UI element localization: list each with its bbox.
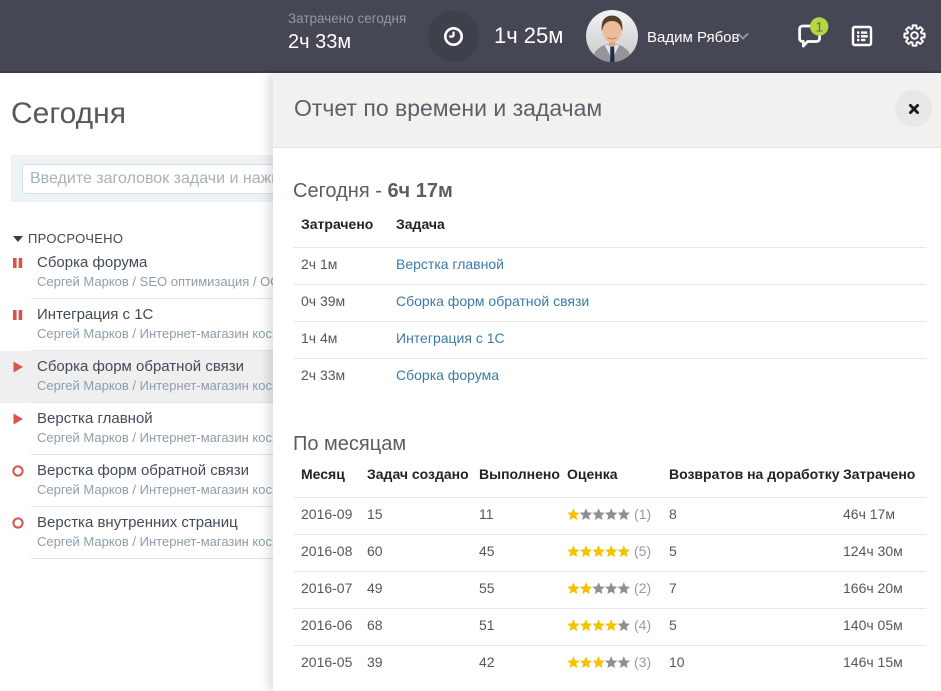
svg-text:1: 1 <box>815 19 823 34</box>
